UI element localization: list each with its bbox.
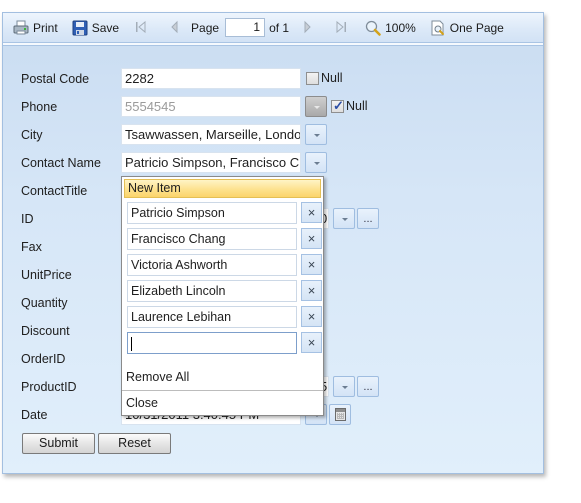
submit-button[interactable]: Submit (22, 433, 95, 454)
close-icon: × (307, 309, 316, 324)
prev-page-icon (167, 20, 183, 36)
pager: Page 1 of 1 (191, 17, 289, 39)
floppy-disk-icon (72, 20, 88, 36)
list-item: Patricio Simpson × (127, 202, 322, 225)
checkbox-unchecked-icon (306, 71, 319, 85)
remove-token-button[interactable]: × (301, 202, 322, 223)
remove-token-button[interactable]: × (301, 332, 322, 353)
page-preview-icon (430, 20, 446, 36)
field-label: Discount (21, 324, 70, 338)
phone-null-checkbox[interactable]: Null (331, 98, 368, 114)
new-token-input[interactable] (127, 332, 297, 354)
last-page-icon (333, 20, 349, 36)
field-label: Fax (21, 240, 42, 254)
new-item-option[interactable]: New Item (124, 179, 321, 198)
field-postal-code: Postal Code 2282 Null (3, 68, 543, 90)
save-label: Save (91, 20, 120, 35)
prev-page-button[interactable] (167, 17, 183, 39)
remove-all-option[interactable]: Remove All (126, 370, 189, 384)
id-dropdown-button[interactable] (333, 208, 355, 229)
calendar-icon (335, 408, 346, 421)
list-item: Laurence Lebihan × (127, 306, 322, 329)
report-viewer-frame: Print Save Page 1 of 1 100% One Page Pos… (2, 12, 544, 474)
city-input[interactable]: Tsawwassen, Marseille, London (121, 124, 301, 145)
printer-icon (13, 20, 29, 36)
remove-token-button[interactable]: × (301, 306, 322, 327)
print-label: Print (33, 20, 58, 35)
magnifier-icon (365, 20, 381, 36)
first-page-icon (133, 20, 149, 36)
next-page-icon (299, 20, 315, 36)
calendar-button[interactable] (329, 404, 351, 425)
close-option[interactable]: Close (126, 396, 158, 410)
null-label: Null (321, 71, 343, 85)
print-button[interactable]: Print (13, 17, 58, 39)
last-page-button[interactable] (333, 17, 349, 39)
remove-token-button[interactable]: × (301, 254, 322, 275)
postal-code-input[interactable]: 2282 (121, 68, 301, 89)
page-count-label: of 1 (269, 20, 290, 35)
token-input[interactable]: Laurence Lebihan (127, 306, 297, 328)
list-item: Elizabeth Lincoln × (127, 280, 322, 303)
token-input[interactable]: Francisco Chang (127, 228, 297, 250)
list-item: Francisco Chang × (127, 228, 322, 251)
close-icon: × (307, 231, 316, 246)
phone-input[interactable]: 5554545 (121, 96, 301, 117)
field-label: Contact Name (21, 156, 101, 170)
reset-button[interactable]: Reset (98, 433, 171, 454)
contact-name-dropdown-button[interactable] (305, 152, 327, 173)
list-item: Victoria Ashworth × (127, 254, 322, 277)
field-city: City Tsawwassen, Marseille, London (3, 124, 543, 146)
next-page-button[interactable] (299, 17, 315, 39)
field-label: OrderID (21, 352, 66, 366)
list-item: × (127, 332, 322, 355)
text-caret (131, 336, 132, 351)
page-number-input[interactable]: 1 (225, 18, 266, 37)
token-input[interactable]: Victoria Ashworth (127, 254, 297, 276)
contact-name-input[interactable]: Patricio Simpson, Francisco Chang (121, 152, 301, 173)
close-icon: × (307, 335, 316, 350)
field-label: ID (21, 212, 34, 226)
one-page-button[interactable]: One Page (430, 17, 504, 39)
token-input[interactable]: Elizabeth Lincoln (127, 280, 297, 302)
city-dropdown-button[interactable] (305, 124, 327, 145)
toolbar-separator (3, 43, 543, 46)
field-label: Postal Code (21, 72, 90, 86)
field-contact-name: Contact Name Patricio Simpson, Francisco… (3, 152, 543, 174)
field-phone: Phone 5554545 Null (3, 96, 543, 118)
popup-divider (122, 390, 323, 391)
close-icon: × (307, 205, 316, 220)
null-label: Null (346, 99, 368, 113)
product-id-dropdown-button[interactable] (333, 376, 355, 397)
toolbar: Print Save Page 1 of 1 100% One Page (3, 13, 543, 43)
field-label: Phone (21, 100, 58, 114)
field-label: ContactTitle (21, 184, 88, 198)
first-page-button[interactable] (133, 17, 149, 39)
checkbox-checked-icon (331, 98, 344, 114)
id-ellipsis-button[interactable]: ... (357, 208, 379, 229)
token-input[interactable]: Patricio Simpson (127, 202, 297, 224)
zoom-level: 100% (385, 20, 416, 35)
close-icon: × (307, 257, 316, 272)
field-label: ProductID (21, 380, 77, 394)
close-icon: × (307, 283, 316, 298)
zoom-button[interactable]: 100% (365, 17, 416, 39)
phone-dropdown-button[interactable] (305, 96, 327, 117)
one-page-label: One Page (449, 20, 504, 35)
product-id-ellipsis-button[interactable]: ... (357, 376, 379, 397)
field-label: Quantity (21, 296, 68, 310)
contact-name-token-popup: New Item Patricio Simpson × Francisco Ch… (121, 176, 324, 416)
field-label: Date (21, 408, 48, 422)
field-label: City (21, 128, 43, 142)
postal-code-null-checkbox[interactable]: Null (306, 71, 343, 85)
remove-token-button[interactable]: × (301, 280, 322, 301)
field-label: UnitPrice (21, 268, 72, 282)
page-label: Page (191, 20, 220, 35)
remove-token-button[interactable]: × (301, 228, 322, 249)
save-button[interactable]: Save (72, 17, 119, 39)
